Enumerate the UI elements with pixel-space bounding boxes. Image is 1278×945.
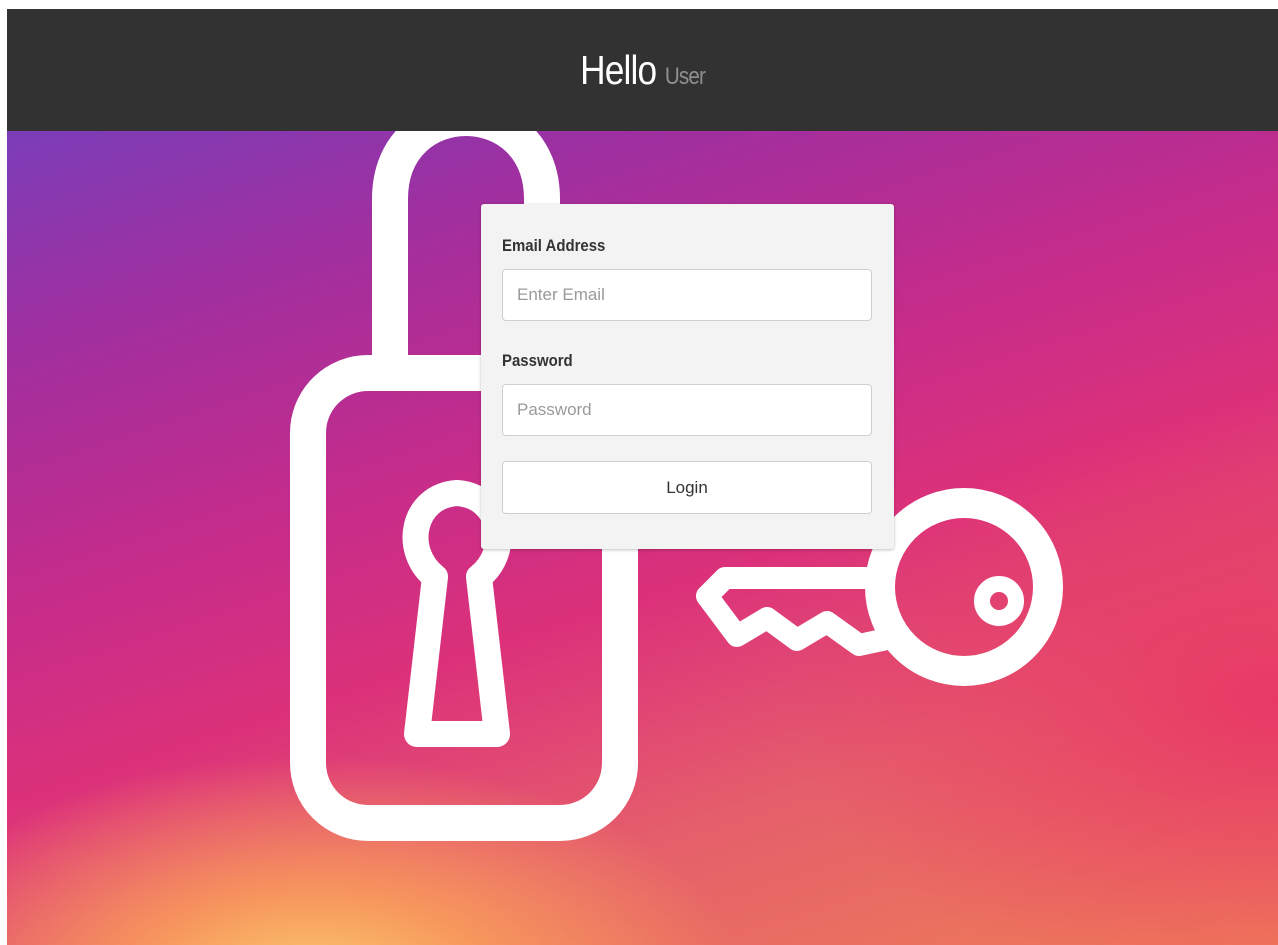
title-greeting: Hello — [580, 46, 657, 93]
password-input[interactable] — [502, 384, 872, 436]
password-label: Password — [502, 351, 573, 370]
login-button[interactable]: Login — [502, 461, 872, 514]
email-input[interactable] — [502, 269, 872, 321]
page-title: Hello User — [580, 46, 706, 94]
email-label: Email Address — [502, 236, 606, 255]
site-header: Hello User — [7, 9, 1278, 131]
title-user: User — [664, 62, 706, 90]
login-form: Email Address Password Login — [481, 204, 894, 549]
page-frame: Hello User Email Address Enter Email Pas… — [7, 9, 1278, 945]
